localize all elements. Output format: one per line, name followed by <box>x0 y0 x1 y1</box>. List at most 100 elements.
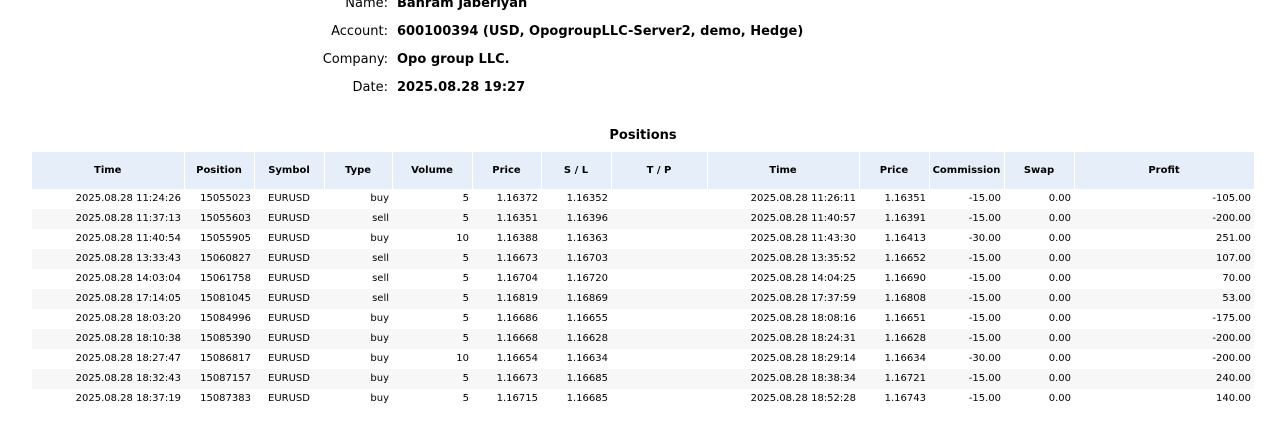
tp-cell <box>611 389 707 409</box>
tp-cell <box>611 289 707 309</box>
profit-cell: -175.00 <box>1074 309 1254 329</box>
volume-cell: 10 <box>392 229 472 249</box>
swap-cell: 0.00 <box>1004 249 1074 269</box>
position-cell: 15086817 <box>184 349 254 369</box>
company-row: Company: Opo group LLC. <box>0 46 1280 74</box>
close-price-cell: 1.16690 <box>859 269 929 289</box>
profit-cell: 107.00 <box>1074 249 1254 269</box>
close-price-cell: 1.16652 <box>859 249 929 269</box>
tp-cell <box>611 189 707 209</box>
type-cell: buy <box>324 229 392 249</box>
position-cell: 15055603 <box>184 209 254 229</box>
commission-cell: -15.00 <box>929 289 1004 309</box>
commission-cell: -15.00 <box>929 369 1004 389</box>
table-row: 2025.08.28 18:37:19 15087383 EURUSD buy 5 1.1… <box>32 389 1254 409</box>
profit-cell: 240.00 <box>1074 369 1254 389</box>
volume-cell: 10 <box>392 349 472 369</box>
account-label: Account: <box>331 24 388 39</box>
profit-cell: 140.00 <box>1074 389 1254 409</box>
swap-cell: 0.00 <box>1004 369 1074 389</box>
open-price-cell: 1.16673 <box>472 369 541 389</box>
open-time-cell: 2025.08.28 18:37:19 <box>32 389 184 409</box>
tp-cell <box>611 369 707 389</box>
date-label: Date: <box>352 80 388 95</box>
symbol-cell: EURUSD <box>254 289 324 309</box>
close-time-cell: 2025.08.28 18:38:34 <box>707 369 859 389</box>
account-row: Account: 600100394 (USD, OpogroupLLC-Ser… <box>0 18 1280 46</box>
table-row: 2025.08.28 17:14:05 15081045 EURUSD sell 5 1.… <box>32 289 1254 309</box>
commission-cell: -15.00 <box>929 249 1004 269</box>
company-label: Company: <box>322 52 388 67</box>
sl-cell: 1.16352 <box>541 189 611 209</box>
table-row: 2025.08.28 11:37:13 15055603 EURUSD sell 5 1.… <box>32 209 1254 229</box>
column-header-commission: Commission <box>929 152 1005 189</box>
swap-cell: 0.00 <box>1004 329 1074 349</box>
position-cell: 15087383 <box>184 389 254 409</box>
profit-cell: -200.00 <box>1074 329 1254 349</box>
close-time-cell: 2025.08.28 18:08:16 <box>707 309 859 329</box>
type-cell: buy <box>324 389 392 409</box>
table-row: 2025.08.28 18:03:20 15084996 EURUSD buy 5 1.1… <box>32 309 1254 329</box>
position-cell: 15081045 <box>184 289 254 309</box>
volume-cell: 5 <box>392 269 472 289</box>
tp-cell <box>611 309 707 329</box>
table-row: 2025.08.28 18:32:43 15087157 EURUSD buy 5 1.1… <box>32 369 1254 389</box>
column-header-symbol: Symbol <box>254 152 325 189</box>
open-time-cell: 2025.08.28 13:33:43 <box>32 249 184 269</box>
profit-cell: 251.00 <box>1074 229 1254 249</box>
close-price-cell: 1.16634 <box>859 349 929 369</box>
close-time-cell: 2025.08.28 18:29:14 <box>707 349 859 369</box>
swap-cell: 0.00 <box>1004 189 1074 209</box>
type-cell: buy <box>324 349 392 369</box>
open-price-cell: 1.16351 <box>472 209 541 229</box>
column-header-time: Time <box>32 152 185 189</box>
type-cell: sell <box>324 289 392 309</box>
symbol-cell: EURUSD <box>254 309 324 329</box>
position-cell: 15087157 <box>184 369 254 389</box>
open-price-cell: 1.16686 <box>472 309 541 329</box>
tp-cell <box>611 269 707 289</box>
positions-table: Time Position Symbol Type Volume Price S… <box>32 152 1255 409</box>
profit-cell: -200.00 <box>1074 349 1254 369</box>
tp-cell <box>611 249 707 269</box>
close-time-cell: 2025.08.28 11:26:11 <box>707 189 859 209</box>
table-header-row: Time Position Symbol Type Volume Price S… <box>32 152 1255 189</box>
commission-cell: -30.00 <box>929 349 1004 369</box>
date-row: Date: 2025.08.28 19:27 <box>0 74 1280 102</box>
type-cell: buy <box>324 369 392 389</box>
profit-cell: -105.00 <box>1074 189 1254 209</box>
profit-cell: 53.00 <box>1074 289 1254 309</box>
close-price-cell: 1.16413 <box>859 229 929 249</box>
swap-cell: 0.00 <box>1004 229 1074 249</box>
date-value: 2025.08.28 19:27 <box>397 80 526 95</box>
table-row: 2025.08.28 18:27:47 15086817 EURUSD buy 10 1.… <box>32 349 1254 369</box>
open-price-cell: 1.16388 <box>472 229 541 249</box>
symbol-cell: EURUSD <box>254 329 324 349</box>
tp-cell <box>611 349 707 369</box>
table-row: 2025.08.28 11:40:54 15055905 EURUSD buy 10 1.… <box>32 229 1254 249</box>
volume-cell: 5 <box>392 249 472 269</box>
volume-cell: 5 <box>392 369 472 389</box>
close-price-cell: 1.16721 <box>859 369 929 389</box>
column-header-close-price: Price <box>859 152 930 189</box>
profit-cell: -200.00 <box>1074 209 1254 229</box>
column-header-position: Position <box>184 152 255 189</box>
account-value: 600100394 (USD, OpogroupLLC-Server2, dem… <box>397 24 804 39</box>
close-time-cell: 2025.08.28 11:40:57 <box>707 209 859 229</box>
table-row: 2025.08.28 14:03:04 15061758 EURUSD sell 5 1.… <box>32 269 1254 289</box>
type-cell: buy <box>324 309 392 329</box>
open-time-cell: 2025.08.28 11:37:13 <box>32 209 184 229</box>
swap-cell: 0.00 <box>1004 269 1074 289</box>
position-cell: 15055023 <box>184 189 254 209</box>
commission-cell: -15.00 <box>929 389 1004 409</box>
tp-cell <box>611 209 707 229</box>
volume-cell: 5 <box>392 209 472 229</box>
table-row: 2025.08.28 11:24:26 15055023 EURUSD buy 5 1.1… <box>32 189 1254 209</box>
close-time-cell: 2025.08.28 18:52:28 <box>707 389 859 409</box>
close-price-cell: 1.16651 <box>859 309 929 329</box>
name-row: Name: Bahram Jaberiyan <box>0 0 1280 18</box>
volume-cell: 5 <box>392 289 472 309</box>
positions-table-body: 2025.08.28 11:24:26 15055023 EURUSD buy 5 1.1… <box>32 189 1254 409</box>
swap-cell: 0.00 <box>1004 389 1074 409</box>
open-time-cell: 2025.08.28 18:32:43 <box>32 369 184 389</box>
